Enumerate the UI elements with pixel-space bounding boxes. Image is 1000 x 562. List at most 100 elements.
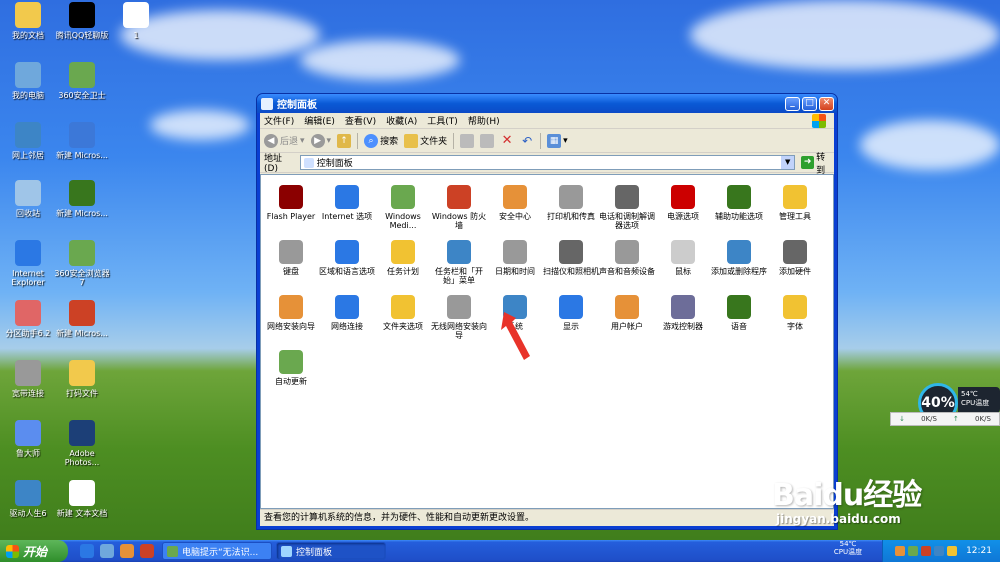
move-to-button[interactable] xyxy=(460,133,475,148)
show-desktop-icon[interactable] xyxy=(100,544,114,558)
desktop-icon[interactable]: 新建 Micros... xyxy=(54,122,110,160)
tray-app-icon[interactable] xyxy=(921,546,932,556)
control-panel-item[interactable]: Windows Medi... xyxy=(374,185,432,230)
tray-app-icon[interactable] xyxy=(895,546,906,556)
desktop-icon[interactable]: 分区助手6.2 xyxy=(0,300,56,338)
desktop-icon[interactable]: Internet Explorer xyxy=(0,240,56,287)
control-panel-item[interactable]: Internet 选项 xyxy=(318,185,376,221)
control-panel-item[interactable]: 辅助功能选项 xyxy=(710,185,768,221)
control-panel-item[interactable]: 日期和时间 xyxy=(486,240,544,276)
control-panel-item[interactable]: 区域和语言选项 xyxy=(318,240,376,276)
menu-file[interactable]: 文件(F) xyxy=(264,114,294,127)
control-panel-item[interactable]: 添加或删除程序 xyxy=(710,240,768,276)
delete-button[interactable]: ✕ xyxy=(500,133,514,148)
control-panel-item[interactable]: 安全中心 xyxy=(486,185,544,221)
control-panel-item[interactable]: 添加硬件 xyxy=(766,240,824,276)
search-button[interactable]: ⌕ 搜索 xyxy=(364,133,398,148)
network-setup-icon xyxy=(279,295,303,319)
desktop-icon[interactable]: 网上邻居 xyxy=(0,122,56,160)
go-button[interactable]: ➜ 转到 xyxy=(801,150,834,176)
control-panel-item[interactable]: 扫描仪和照相机 xyxy=(542,240,600,276)
tray-volume-icon[interactable] xyxy=(947,546,958,556)
control-panel-item[interactable]: 网络连接 xyxy=(318,295,376,331)
control-panel-item[interactable]: 无线网络安装向导 xyxy=(430,295,488,340)
desktop-icon[interactable]: 1 xyxy=(108,2,164,40)
window-titlebar[interactable]: 控制面板 _ □ ✕ xyxy=(257,94,837,113)
taskbar-start-icon xyxy=(447,240,471,264)
menu-help[interactable]: 帮助(H) xyxy=(468,114,500,127)
address-bar: 地址(D) 控制面板 ▼ ➜ 转到 xyxy=(260,150,834,176)
control-panel-item[interactable]: 鼠标 xyxy=(654,240,712,276)
tray-network-icon[interactable] xyxy=(934,546,945,556)
control-panel-item[interactable]: 任务计划 xyxy=(374,240,432,276)
excel-doc-icon xyxy=(69,180,95,206)
control-panel-item[interactable]: 网络安装向导 xyxy=(262,295,320,331)
desktop: 我的文档我的电脑网上邻居回收站 Internet Explorer 分区助手6.2 宽… xyxy=(0,0,149,540)
desktop-icon[interactable]: 新建 Micros... xyxy=(54,300,110,338)
control-panel-item[interactable]: Flash Player xyxy=(262,185,320,221)
undo-button[interactable]: ↶ xyxy=(520,134,534,148)
forward-button[interactable]: ▶ ▾ xyxy=(310,133,331,148)
copy-to-button[interactable] xyxy=(480,133,495,148)
desktop-icon[interactable]: Adobe Photos... xyxy=(54,420,110,467)
app-icon[interactable] xyxy=(140,544,154,558)
control-panel-item[interactable]: 声音和音频设备 xyxy=(598,240,656,276)
address-dropdown-icon[interactable]: ▼ xyxy=(781,156,795,169)
control-panel-item[interactable]: Windows 防火墙 xyxy=(430,185,488,230)
desktop-icon[interactable]: 360安全浏览器7 xyxy=(54,240,110,287)
taskbar-item-tip[interactable]: 电脑提示“无法识... xyxy=(162,542,272,560)
desktop-icon[interactable]: 360安全卫士 xyxy=(54,62,110,100)
control-panel-item[interactable]: 电话和调制解调器选项 xyxy=(598,185,656,230)
desktop-icon[interactable]: 回收站 xyxy=(0,180,56,218)
desktop-icon[interactable]: 腾讯QQ轻聊版 xyxy=(54,2,110,40)
partition-icon xyxy=(15,300,41,326)
desktop-icon[interactable]: 我的文档 xyxy=(0,2,56,40)
word-doc-icon xyxy=(69,122,95,148)
desktop-icon[interactable]: 驱动人生6 xyxy=(0,480,56,518)
region-language-icon xyxy=(335,240,359,264)
menu-edit[interactable]: 编辑(E) xyxy=(304,114,335,127)
address-field[interactable]: 控制面板 ▼ xyxy=(299,155,796,170)
menu-favorites[interactable]: 收藏(A) xyxy=(386,114,417,127)
control-panel-item[interactable]: 电源选项 xyxy=(654,185,712,221)
back-arrow-icon: ◀ xyxy=(264,133,278,148)
desktop-icon[interactable]: 宽带连接 xyxy=(0,360,56,398)
control-panel-item[interactable]: 语音 xyxy=(710,295,768,331)
control-panel-item[interactable]: 用户帐户 xyxy=(598,295,656,331)
ie-icon[interactable] xyxy=(80,544,94,558)
control-panel-item[interactable]: 管理工具 xyxy=(766,185,824,221)
control-panel-item[interactable]: 自动更新 xyxy=(262,350,320,386)
control-panel-item[interactable]: 字体 xyxy=(766,295,824,331)
control-panel-item-label: 网络安装向导 xyxy=(267,322,315,331)
minimize-button[interactable]: _ xyxy=(785,96,800,111)
views-button[interactable]: ▦ ▾ xyxy=(547,133,568,148)
menu-view[interactable]: 查看(V) xyxy=(345,114,376,127)
flash-icon xyxy=(279,185,303,209)
taskbar-item-control-panel[interactable]: 控制面板 xyxy=(276,542,386,560)
control-panel-item[interactable]: 任务栏和「开始」菜单 xyxy=(430,240,488,285)
desktop-icon[interactable]: 我的电脑 xyxy=(0,62,56,100)
close-button[interactable]: ✕ xyxy=(819,96,834,111)
maximize-button[interactable]: □ xyxy=(802,96,817,111)
up-button[interactable]: ↑ xyxy=(337,133,352,148)
control-panel-item[interactable]: 文件夹选项 xyxy=(374,295,432,331)
control-panel-icon xyxy=(261,97,273,110)
clock[interactable]: 12:21 xyxy=(966,546,992,556)
qq-icon[interactable] xyxy=(120,544,134,558)
desktop-icon[interactable]: 打码文件 xyxy=(54,360,110,398)
control-panel-item[interactable]: 键盘 xyxy=(262,240,320,276)
desktop-icon[interactable]: 新建 文本文档 xyxy=(54,480,110,518)
desktop-icon[interactable]: 新建 Micros... xyxy=(54,180,110,218)
desktop-icon[interactable]: 鲁大师 xyxy=(0,420,56,458)
control-panel-item[interactable]: 游戏控制器 xyxy=(654,295,712,331)
back-button[interactable]: ◀ 后退 ▾ xyxy=(264,133,305,148)
fonts-icon xyxy=(783,295,807,319)
desktop-icon-label: 新建 文本文档 xyxy=(56,509,108,518)
menu-tools[interactable]: 工具(T) xyxy=(427,114,458,127)
folders-button[interactable]: 文件夹 xyxy=(404,133,447,148)
start-button[interactable]: 开始 xyxy=(0,540,68,562)
tray-360-icon[interactable] xyxy=(908,546,919,556)
control-panel-item[interactable]: 打印机和传真 xyxy=(542,185,600,221)
control-panel-item[interactable]: 显示 xyxy=(542,295,600,331)
datetime-icon xyxy=(503,240,527,264)
